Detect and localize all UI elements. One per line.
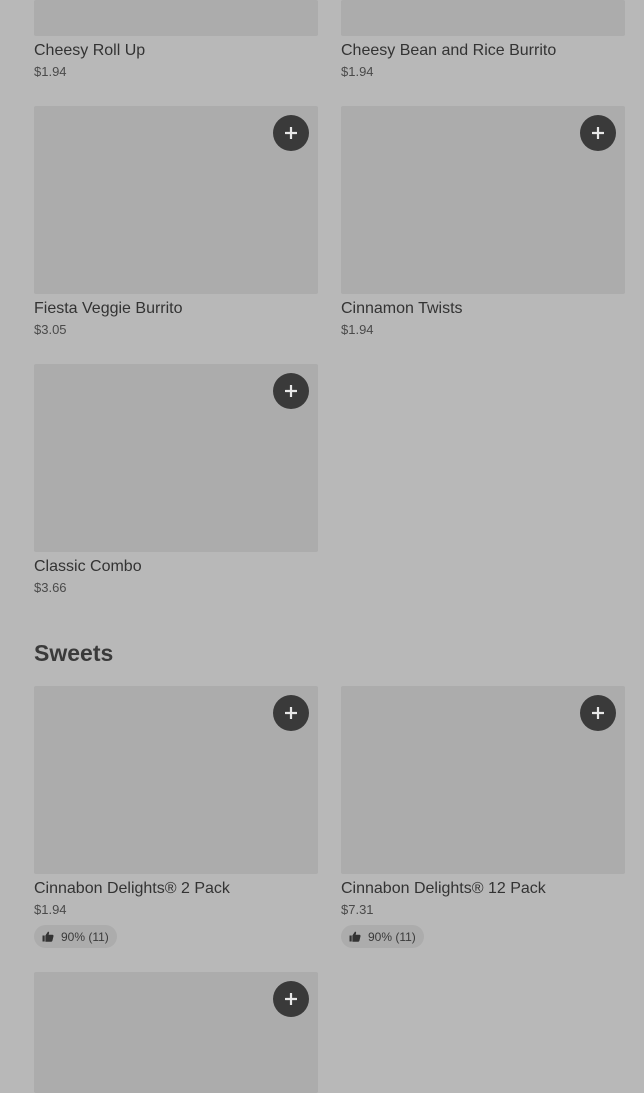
add-to-cart-button[interactable]: [273, 373, 309, 409]
plus-icon: [592, 127, 604, 139]
rating-text: 90% (11): [368, 929, 416, 944]
rating-badge: 90% (11): [34, 925, 117, 948]
add-to-cart-button[interactable]: [580, 695, 616, 731]
plus-icon: [285, 707, 297, 719]
menu-item-price: $3.66: [34, 580, 67, 595]
menu-item-image[interactable]: [34, 686, 318, 874]
add-to-cart-button[interactable]: [273, 115, 309, 151]
menu-item-card[interactable]: Cheesy Bean and Rice Burrito $1.94: [341, 0, 625, 81]
menu-item-card[interactable]: Cinnamon Twists $1.94: [341, 106, 625, 339]
add-to-cart-button[interactable]: [273, 695, 309, 731]
plus-icon: [592, 707, 604, 719]
menu-item-card[interactable]: Classic Combo $3.66: [34, 364, 318, 597]
section-title-sweets: Sweets: [34, 640, 114, 666]
menu-item-name: Classic Combo: [34, 558, 142, 575]
menu-item-name: Cinnabon Delights® 12 Pack: [341, 880, 546, 897]
menu-item-card[interactable]: Cinnabon Delights® 12 Pack $7.31 90% (11…: [341, 686, 625, 948]
menu-item-price: $3.05: [34, 322, 67, 337]
thumbs-up-icon: [349, 931, 361, 942]
menu-item-price: $1.94: [341, 64, 374, 79]
menu-item-image[interactable]: [341, 106, 625, 294]
menu-item-image[interactable]: [341, 686, 625, 874]
rating-text: 90% (11): [61, 929, 109, 944]
menu-item-price: $7.31: [341, 902, 374, 917]
menu-item-image[interactable]: [341, 0, 625, 36]
menu-item-card[interactable]: [34, 972, 318, 1093]
add-to-cart-button[interactable]: [580, 115, 616, 151]
menu-item-name: Cheesy Bean and Rice Burrito: [341, 42, 557, 59]
menu-item-price: $1.94: [34, 64, 67, 79]
menu-item-card[interactable]: Cheesy Roll Up $1.94: [34, 0, 318, 81]
thumbs-up-icon: [42, 931, 54, 942]
menu-item-card[interactable]: Fiesta Veggie Burrito $3.05: [34, 106, 318, 339]
menu-item-name: Fiesta Veggie Burrito: [34, 300, 183, 317]
menu-item-image[interactable]: [34, 106, 318, 294]
plus-icon: [285, 127, 297, 139]
menu-item-image[interactable]: [34, 0, 318, 36]
plus-icon: [285, 385, 297, 397]
rating-badge: 90% (11): [341, 925, 424, 948]
menu-item-name: Cinnamon Twists: [341, 300, 463, 317]
add-to-cart-button[interactable]: [273, 981, 309, 1017]
plus-icon: [285, 993, 297, 1005]
menu-item-price: $1.94: [341, 322, 374, 337]
menu-item-image[interactable]: [34, 364, 318, 552]
menu-item-price: $1.94: [34, 902, 67, 917]
menu-item-name: Cheesy Roll Up: [34, 42, 146, 59]
menu-item-image[interactable]: [34, 972, 318, 1093]
menu-item-name: Cinnabon Delights® 2 Pack: [34, 880, 230, 897]
menu-item-card[interactable]: Cinnabon Delights® 2 Pack $1.94 90% (11): [34, 686, 318, 948]
